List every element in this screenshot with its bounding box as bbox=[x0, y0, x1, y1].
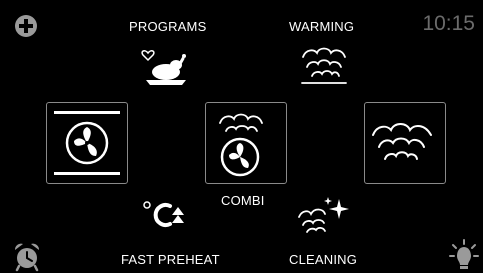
oven-light-button[interactable] bbox=[448, 238, 480, 270]
warming-label[interactable]: WARMING bbox=[289, 19, 354, 34]
add-button[interactable] bbox=[14, 14, 38, 38]
warming-button[interactable] bbox=[298, 43, 350, 87]
steam-icon bbox=[372, 123, 432, 160]
fast-preheat-icon bbox=[143, 201, 184, 227]
cleaning-label[interactable]: CLEANING bbox=[289, 252, 357, 267]
combi-label: COMBI bbox=[221, 193, 265, 208]
sparkle-steam-icon bbox=[298, 197, 349, 233]
steam-mode-tile[interactable] bbox=[364, 102, 446, 184]
programs-button[interactable] bbox=[140, 45, 192, 87]
alarm-clock-icon bbox=[14, 243, 40, 272]
fan-icon bbox=[54, 111, 120, 175]
programs-label[interactable]: PROGRAMS bbox=[129, 19, 206, 34]
fast-preheat-button[interactable] bbox=[140, 195, 190, 235]
plus-icon bbox=[15, 15, 37, 37]
steam-icon bbox=[301, 47, 347, 84]
fan-mode-tile[interactable] bbox=[46, 102, 128, 184]
alarm-button[interactable] bbox=[12, 241, 42, 272]
oven-light-icon bbox=[449, 239, 479, 269]
fast-preheat-label[interactable]: FAST PREHEAT bbox=[121, 252, 220, 267]
combi-mode-tile[interactable] bbox=[205, 102, 287, 184]
cleaning-button[interactable] bbox=[295, 195, 351, 237]
steam-fan-icon bbox=[219, 113, 263, 177]
clock-display: 10:15 bbox=[422, 12, 475, 35]
roast-chicken-icon bbox=[141, 50, 186, 85]
oven-control-screen: 10:15 PROGRAMS WARMING COMBI FAST PREHEA… bbox=[0, 0, 483, 273]
